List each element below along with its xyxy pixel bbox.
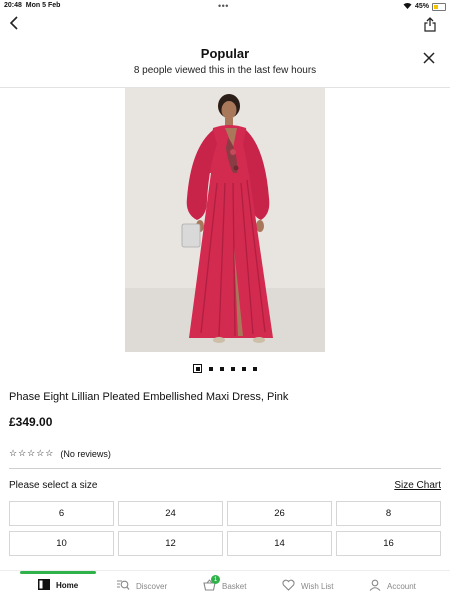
status-time-date: 20:48 Mon 5 Feb	[4, 2, 60, 9]
popular-title: Popular	[200, 46, 250, 61]
bottom-tab-bar: Home Discover 1 Basket Wish List Account	[0, 570, 450, 601]
size-select-label: Please select a size	[9, 480, 98, 491]
account-person-icon	[369, 579, 381, 593]
pager-dot[interactable]	[193, 364, 202, 373]
wifi-icon	[403, 2, 412, 11]
share-icon[interactable]	[424, 17, 436, 37]
size-option-button[interactable]: 6	[9, 501, 114, 526]
close-icon[interactable]	[423, 52, 435, 68]
tab-basket[interactable]: 1 Basket	[203, 575, 247, 593]
back-chevron-icon[interactable]	[9, 16, 19, 34]
tab-account[interactable]: Account	[369, 579, 416, 593]
pager-dot[interactable]	[242, 366, 246, 371]
popular-subtitle: 8 people viewed this in the last few hou…	[133, 65, 317, 76]
size-option-button[interactable]: 14	[227, 531, 332, 556]
active-tab-indicator	[20, 571, 96, 574]
image-pager	[0, 364, 450, 373]
size-option-button[interactable]: 24	[118, 501, 223, 526]
section-divider	[9, 468, 441, 469]
size-option-button[interactable]: 12	[118, 531, 223, 556]
pager-dot[interactable]	[220, 366, 224, 371]
reviews-text: (No reviews)	[60, 448, 111, 459]
tab-discover[interactable]: Discover	[116, 579, 167, 593]
size-option-button[interactable]: 16	[336, 531, 441, 556]
status-right: 45%	[403, 2, 446, 11]
product-image-illustration	[125, 88, 325, 352]
rating-stars-icon: ☆☆☆☆☆	[9, 448, 55, 458]
size-grid: 6 24 26 8 10 12 14 16	[9, 501, 441, 556]
tab-basket-label: Basket	[222, 581, 247, 591]
tab-account-label: Account	[387, 581, 416, 591]
basket-count-badge: 1	[211, 575, 220, 584]
pager-dot[interactable]	[253, 366, 257, 371]
size-option-button[interactable]: 8	[336, 501, 441, 526]
size-option-button[interactable]: 10	[9, 531, 114, 556]
status-time: 20:48	[4, 2, 22, 9]
popular-banner: Popular 8 people viewed this in the last…	[0, 46, 450, 76]
pager-dot[interactable]	[231, 366, 235, 371]
top-nav	[0, 12, 450, 40]
rating-row[interactable]: ☆☆☆☆☆ (No reviews)	[9, 448, 111, 459]
tab-home[interactable]: Home	[38, 579, 78, 592]
heart-icon	[282, 579, 295, 593]
product-name: Phase Eight Lillian Pleated Embellished …	[9, 391, 289, 403]
home-icon	[38, 579, 50, 592]
product-image[interactable]	[125, 88, 325, 352]
battery-percent: 45%	[414, 3, 429, 10]
basket-icon: 1	[203, 575, 220, 593]
battery-icon	[432, 2, 446, 11]
tab-home-label: Home	[56, 581, 79, 590]
size-option-button[interactable]: 26	[227, 501, 332, 526]
tab-wishlist-label: Wish List	[301, 581, 334, 591]
tab-discover-label: Discover	[136, 581, 168, 591]
status-date: Mon 5 Feb	[25, 2, 61, 9]
tab-wishlist[interactable]: Wish List	[282, 579, 333, 593]
status-bar: 20:48 Mon 5 Feb ••• 45%	[0, 0, 450, 12]
pager-dot[interactable]	[209, 366, 213, 371]
product-price: £349.00	[9, 415, 53, 429]
size-chart-link[interactable]: Size Chart	[394, 480, 441, 491]
discover-search-icon	[116, 579, 130, 593]
multitasking-dots-icon[interactable]: •••	[218, 1, 229, 11]
